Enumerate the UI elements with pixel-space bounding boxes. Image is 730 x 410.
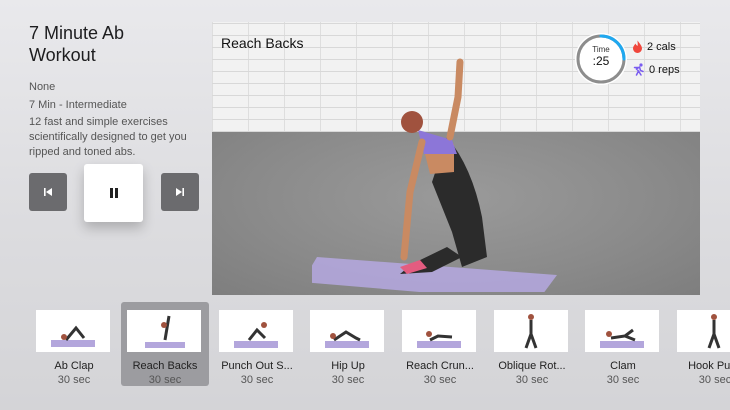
next-exercise-button[interactable]: [161, 173, 199, 211]
level-label: 7 Min - Intermediate: [29, 99, 127, 111]
exercise-card-reach-backs[interactable]: Reach Backs 30 sec: [121, 302, 209, 386]
exercise-name: Hip Up: [331, 360, 365, 372]
exercise-duration: 30 sec: [423, 374, 457, 386]
equipment-label: None: [29, 81, 56, 93]
exercise-card-clam[interactable]: Clam 30 sec: [579, 302, 667, 386]
exercise-duration: 30 sec: [606, 374, 640, 386]
exercise-thumbnail: [219, 310, 293, 352]
workout-info: 7 Minute Ab Workout None 7 Min - Interme…: [29, 22, 204, 160]
exercise-duration: 30 sec: [331, 374, 365, 386]
timer-value: :25: [592, 54, 610, 68]
exercise-name: Ab Clap: [54, 360, 94, 372]
reps-stat: 0 reps: [632, 63, 680, 76]
exercise-duration: 30 sec: [57, 374, 91, 386]
workout-description: 12 fast and simple exercises scientifica…: [29, 116, 187, 158]
exercise-duration: 30 sec: [148, 374, 182, 386]
exercise-thumbnail: [585, 310, 659, 352]
exercise-demo-figure: [312, 58, 557, 292]
exercise-name: Oblique Rot...: [498, 360, 566, 372]
workout-title: 7 Minute Ab Workout: [29, 22, 204, 66]
skip-forward-icon: [176, 188, 184, 196]
timer-ring: Time :25: [575, 33, 627, 85]
previous-exercise-button[interactable]: [29, 173, 67, 211]
exercise-title: Reach Backs: [221, 35, 304, 51]
skip-back-icon: [44, 188, 52, 196]
exercise-card-punch-out[interactable]: Punch Out S... 30 sec: [213, 302, 301, 386]
timer-label: Time: [592, 45, 610, 54]
exercise-name: Punch Out S...: [221, 360, 293, 372]
exercise-thumbnail: [36, 310, 110, 352]
exercise-thumbnail: [677, 310, 730, 352]
pause-icon: [109, 188, 118, 198]
flame-icon: [633, 40, 642, 53]
pause-button[interactable]: [84, 164, 143, 222]
exercise-thumbnail: [127, 310, 201, 352]
exercise-video[interactable]: Reach Backs Time :25 2 cals 0 reps: [212, 22, 700, 295]
exercise-thumbnail: [402, 310, 476, 352]
exercise-card-hip-up[interactable]: Hip Up 30 sec: [304, 302, 392, 386]
exercise-thumbnail: [310, 310, 384, 352]
exercise-name: Reach Crun...: [406, 360, 474, 372]
exercise-name: Clam: [610, 360, 636, 372]
exercise-list: Ab Clap 30 sec Reach Backs 30 sec Punch …: [0, 302, 730, 402]
exercise-duration: 30 sec: [698, 374, 730, 386]
exercise-card-ab-clap[interactable]: Ab Clap 30 sec: [30, 302, 118, 386]
exercise-card-reach-crunch[interactable]: Reach Crun... 30 sec: [396, 302, 484, 386]
reps-value: 0 reps: [649, 63, 680, 76]
exercise-card-hook-punch[interactable]: Hook Punc 30 sec: [671, 302, 730, 386]
exercise-duration: 30 sec: [515, 374, 549, 386]
runner-icon: [633, 63, 644, 76]
exercise-name: Reach Backs: [132, 360, 198, 372]
exercise-duration: 30 sec: [240, 374, 274, 386]
calories-value: 2 cals: [647, 40, 676, 53]
workout-title-line2: Workout: [29, 45, 96, 65]
exercise-thumbnail: [494, 310, 568, 352]
calories-stat: 2 cals: [632, 40, 676, 53]
workout-title-line1: 7 Minute Ab: [29, 23, 125, 43]
exercise-name: Hook Punc: [688, 360, 730, 372]
exercise-card-oblique-rotation[interactable]: Oblique Rot... 30 sec: [488, 302, 576, 386]
